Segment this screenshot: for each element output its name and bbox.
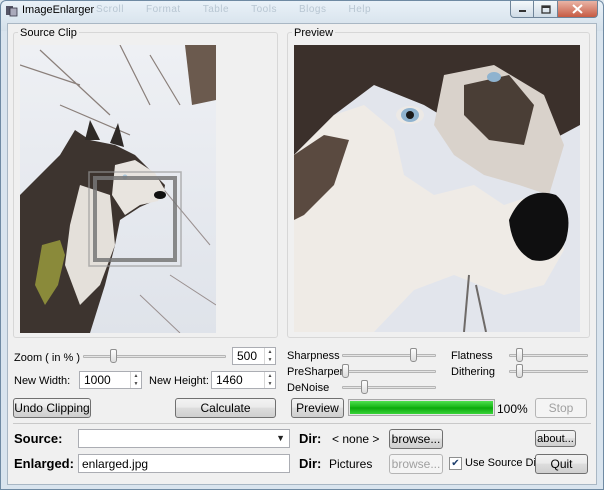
new-height-value: 1460	[216, 373, 243, 387]
close-button[interactable]	[558, 1, 598, 18]
minimize-button[interactable]	[510, 1, 534, 18]
flatness-slider-thumb[interactable]	[516, 348, 524, 362]
window-title: ImageEnlarger	[22, 4, 95, 16]
ghost-menu: Scroll Format Table Tools Blogs Help	[96, 4, 372, 15]
denoise-label: DeNoise	[287, 382, 330, 394]
preview-photo	[294, 45, 580, 332]
source-image[interactable]	[20, 45, 216, 333]
spin-up-icon[interactable]: ▲	[265, 348, 275, 356]
denoise-slider-track[interactable]	[342, 386, 436, 389]
source-label: Source:	[14, 431, 63, 446]
combo-arrow-icon: ▼	[276, 433, 285, 443]
undo-clipping-button[interactable]: Undo Clipping	[13, 398, 91, 418]
source-dir-label: Dir:	[299, 431, 322, 446]
new-width-value: 1000	[84, 373, 111, 387]
preview-image	[294, 45, 580, 332]
zoom-spinbox[interactable]: 500 ▲ ▼	[232, 347, 276, 365]
new-width-spinbox[interactable]: 1000 ▲ ▼	[79, 371, 142, 389]
spin-down-icon[interactable]: ▼	[265, 380, 275, 388]
spin-up-icon[interactable]: ▲	[131, 372, 141, 380]
enlarged-filename-input[interactable]: enlarged.jpg	[78, 454, 290, 473]
maximize-icon	[540, 4, 551, 14]
source-clip-label: Source Clip	[18, 27, 79, 39]
progress-bar	[348, 399, 495, 416]
spin-up-icon[interactable]: ▲	[265, 372, 275, 380]
new-height-label: New Height:	[149, 375, 209, 387]
sharpness-slider-thumb[interactable]	[409, 348, 417, 362]
zoom-slider-track[interactable]	[83, 355, 226, 358]
sharpness-slider-track[interactable]	[342, 354, 436, 357]
spin-down-icon[interactable]: ▼	[265, 356, 275, 364]
zoom-value: 500	[237, 349, 258, 363]
preview-button[interactable]: Preview	[291, 398, 344, 418]
calculate-button[interactable]: Calculate	[175, 398, 276, 418]
preview-label: Preview	[292, 27, 336, 39]
checkmark-icon: ✔	[451, 458, 460, 469]
enlarged-dir-value: Pictures	[329, 457, 373, 471]
source-combobox[interactable]: ▼	[78, 429, 290, 448]
progress-percent: 100%	[497, 402, 528, 416]
zoom-label: Zoom ( in % )	[14, 352, 81, 364]
maximize-button[interactable]	[534, 1, 558, 18]
flatness-label: Flatness	[451, 350, 493, 362]
stop-button[interactable]: Stop	[535, 398, 587, 418]
new-height-spinbox[interactable]: 1460 ▲ ▼	[211, 371, 276, 389]
new-width-label: New Width:	[14, 375, 71, 387]
source-photo	[20, 45, 216, 333]
enlarged-value: enlarged.jpg	[82, 456, 149, 471]
progress-fill	[350, 401, 493, 414]
app-window: ImageEnlarger Scroll Format Table Tools Blog…	[0, 0, 604, 490]
about-button[interactable]: about...	[535, 430, 576, 447]
enlarged-dir-label: Dir:	[299, 456, 322, 471]
separator	[13, 423, 591, 424]
spin-down-icon[interactable]: ▼	[131, 380, 141, 388]
dithering-slider-thumb[interactable]	[516, 364, 524, 378]
source-dir-value: < none >	[332, 432, 380, 446]
minimize-icon	[518, 10, 526, 12]
denoise-slider-thumb[interactable]	[361, 380, 369, 394]
presharpen-slider-thumb[interactable]	[342, 364, 349, 378]
close-icon	[572, 4, 583, 14]
zoom-slider-thumb[interactable]	[110, 349, 118, 363]
browse-enlarged-button[interactable]: browse...	[389, 454, 443, 474]
browse-source-button[interactable]: browse...	[389, 429, 443, 449]
enlarged-label: Enlarged:	[14, 456, 74, 471]
use-source-dir-checkbox[interactable]: ✔	[449, 457, 462, 470]
use-source-dir-label: Use Source Dir.	[465, 457, 543, 469]
client-area: Source Clip Preview Zoom (in %) 500 ▲ …	[7, 23, 597, 485]
presharpen-slider-track[interactable]	[342, 370, 436, 373]
presharpen-label: PreSharpen	[287, 366, 346, 378]
title-bar[interactable]: ImageEnlarger Scroll Format Table Tools Blog…	[1, 1, 603, 21]
quit-button[interactable]: Quit	[535, 454, 588, 474]
dithering-label: Dithering	[451, 366, 496, 378]
sharpness-label: Sharpness	[287, 350, 340, 362]
app-icon	[6, 6, 18, 17]
